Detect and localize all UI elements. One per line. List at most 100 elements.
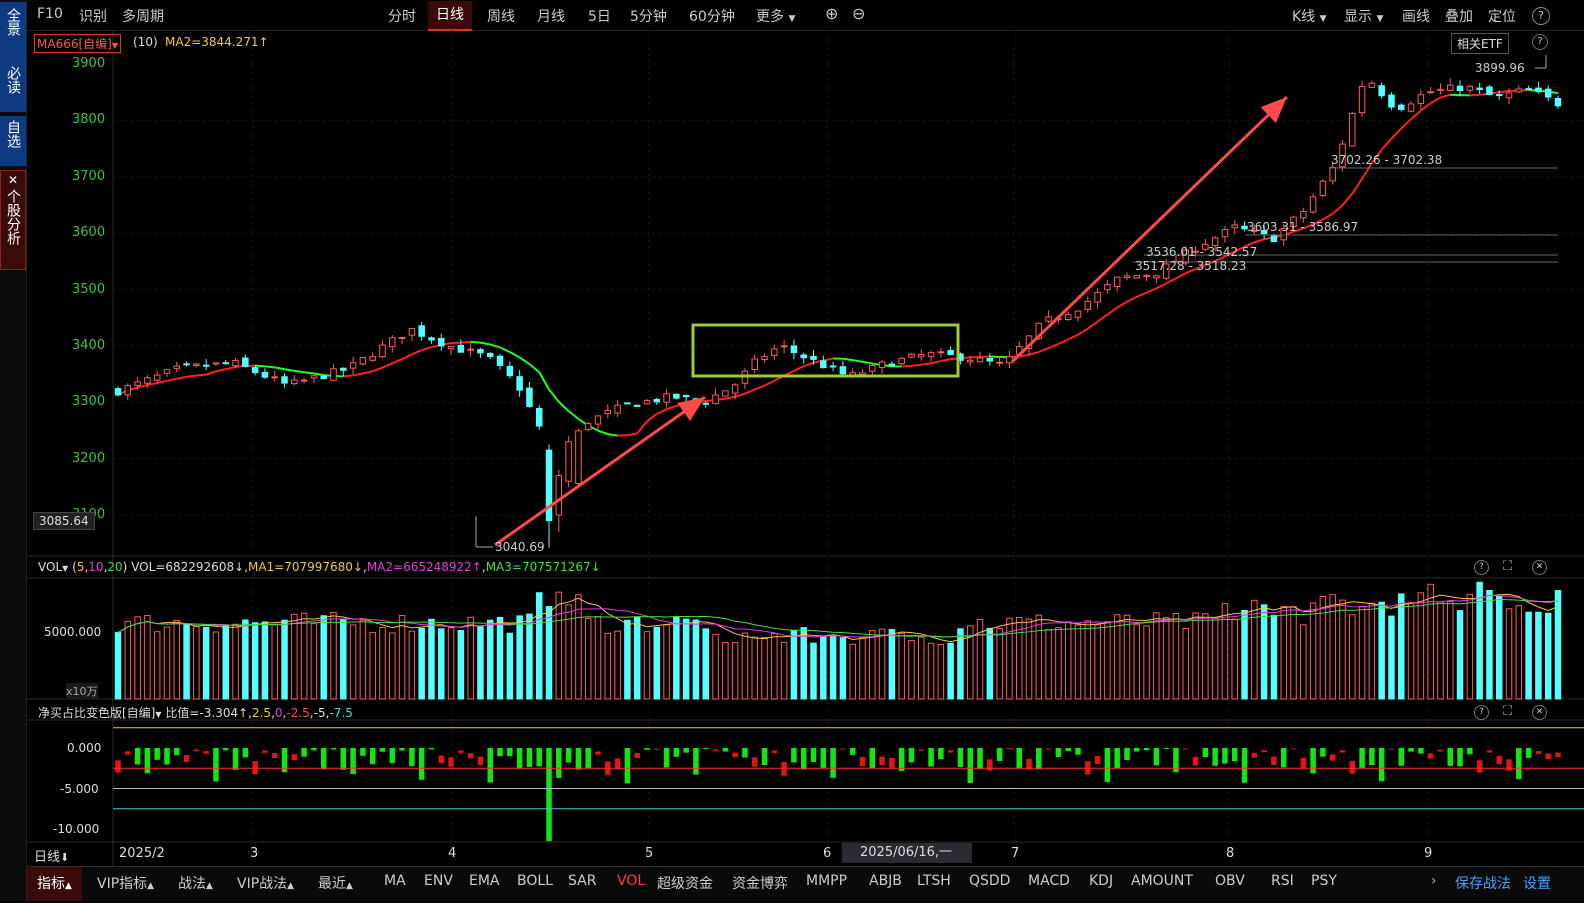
volume-bar xyxy=(429,619,435,699)
sidebar-must-read[interactable]: 必读 xyxy=(0,62,26,112)
volume-bar xyxy=(536,593,542,699)
indicator-tab-macd[interactable]: MACD xyxy=(1028,873,1070,889)
vol-help-icon[interactable]: ? xyxy=(1474,560,1489,575)
indicator-tab-obv[interactable]: OBV xyxy=(1215,873,1245,889)
net-buy-bar xyxy=(1506,759,1512,770)
net-buy-bar xyxy=(213,748,219,781)
sidebar-overview[interactable]: 全景 xyxy=(0,2,26,62)
indicator-tab-boll[interactable]: BOLL xyxy=(517,873,553,889)
net-indicator-selector[interactable]: 净买占比变色版[自编]▼ xyxy=(38,706,162,720)
save-strategy-button[interactable]: 保存战法 xyxy=(1455,873,1511,893)
kline-chart[interactable]: 3040.693899.963702.26 - 3702.383603.31 -… xyxy=(27,30,1584,866)
scroll-right-icon[interactable]: › xyxy=(1431,873,1437,889)
indicator-tab-qsdd[interactable]: QSDD xyxy=(969,873,1010,889)
volume-bar xyxy=(223,626,229,699)
indicator-menu[interactable]: 指标▲ xyxy=(27,867,82,901)
volume-bar xyxy=(664,625,670,699)
zoom-in-icon[interactable]: ⊕ xyxy=(825,4,838,23)
indicator-tab-ltsh[interactable]: LTSH xyxy=(917,873,951,889)
zoom-out-icon[interactable]: ⊖ xyxy=(852,4,865,23)
indicator-selector[interactable]: MA666[自编]▼ xyxy=(34,34,121,53)
sidebar-stock-analysis[interactable]: ✕ 个股分析 xyxy=(0,170,26,270)
volume-bar xyxy=(439,629,445,699)
net-buy-bar xyxy=(164,748,170,764)
candlestick xyxy=(919,349,925,361)
volume-bar xyxy=(497,617,503,699)
related-etf-button[interactable]: 相关ETF xyxy=(1451,33,1509,54)
tab-weekly[interactable]: 周线 xyxy=(487,6,515,26)
tab-5day[interactable]: 5日 xyxy=(588,6,611,26)
vip-indicator-menu[interactable]: VIP指标▲ xyxy=(97,873,154,893)
indicator-tab-sar[interactable]: SAR xyxy=(568,873,596,889)
volume-bar xyxy=(390,633,396,699)
strategy-menu[interactable]: 战法▲ xyxy=(178,873,213,893)
kline-menu[interactable]: K线 ▼ xyxy=(1292,6,1327,26)
indicator-tab-资金博弈[interactable]: 资金博弈 xyxy=(732,873,788,893)
vol-close-icon[interactable]: ✕ xyxy=(1532,560,1547,575)
volume-bar xyxy=(772,634,778,699)
tab-intraday[interactable]: 分时 xyxy=(388,6,416,26)
net-buy-bar xyxy=(1320,748,1326,757)
net-maximize-icon[interactable]: ⛶ xyxy=(1503,704,1512,719)
display-menu-label: 显示 xyxy=(1344,9,1372,25)
identify-button[interactable]: 识别 xyxy=(79,6,107,26)
f10-button[interactable]: F10 xyxy=(37,6,63,22)
sidebar-watchlist[interactable]: 自选 xyxy=(0,116,26,166)
indicator-tab-psy[interactable]: PSY xyxy=(1311,873,1337,889)
tab-60min[interactable]: 60分钟 xyxy=(689,6,735,26)
tab-daily[interactable]: 日线 xyxy=(428,1,472,31)
net-help-icon[interactable]: ? xyxy=(1474,705,1489,720)
ma-line-segment xyxy=(1431,98,1441,103)
vol-indicator-name: VOL xyxy=(38,560,62,574)
ma-line-segment xyxy=(1401,119,1411,128)
more-menu[interactable]: 更多 ▼ xyxy=(756,6,795,26)
net-buy-bar xyxy=(791,748,797,762)
indicator-tab-mmpp[interactable]: MMPP xyxy=(806,873,847,889)
vol-maximize-icon[interactable]: ⛶ xyxy=(1503,559,1512,574)
net-buy-bar xyxy=(527,748,533,767)
candlestick xyxy=(1545,85,1551,101)
indicator-tab-env[interactable]: ENV xyxy=(424,873,453,889)
display-menu[interactable]: 显示 ▼ xyxy=(1344,6,1383,26)
candlestick xyxy=(1389,92,1395,110)
indicator-tab-vol[interactable]: VOL xyxy=(617,873,645,889)
volume-bar xyxy=(478,627,484,699)
net-buy-bar xyxy=(732,753,738,758)
close-icon[interactable]: ✕ xyxy=(1,171,25,189)
tab-5min[interactable]: 5分钟 xyxy=(630,6,667,26)
help-icon[interactable]: ? xyxy=(1532,34,1548,50)
candlestick xyxy=(576,429,582,487)
indicator-tab-abjb[interactable]: ABJB xyxy=(869,873,902,889)
vip-strategy-menu[interactable]: VIP战法▲ xyxy=(237,873,294,893)
indicator-tab-amount[interactable]: AMOUNT xyxy=(1131,873,1193,889)
volume-bar xyxy=(987,628,993,699)
multi-period-button[interactable]: 多周期 xyxy=(122,6,164,26)
more-menu-label: 更多 xyxy=(756,9,784,25)
candlestick xyxy=(390,335,396,352)
candlestick xyxy=(625,403,631,404)
locate-button[interactable]: 定位 xyxy=(1488,6,1516,26)
help-icon[interactable]: ? xyxy=(1532,7,1550,25)
overlay-button[interactable]: 叠加 xyxy=(1445,6,1473,26)
ma-line-segment xyxy=(373,368,383,372)
net-buy-bar xyxy=(625,748,631,783)
settings-button[interactable]: 设置 xyxy=(1523,873,1551,893)
tab-monthly[interactable]: 月线 xyxy=(537,6,565,26)
volume-bar xyxy=(468,617,474,699)
vol-indicator-selector[interactable]: VOL▼ xyxy=(38,560,68,574)
indicator-tab-kdj[interactable]: KDJ xyxy=(1089,873,1113,889)
volume-bar xyxy=(1340,600,1346,699)
indicator-tab-ema[interactable]: EMA xyxy=(469,873,500,889)
net-close-icon[interactable]: ✕ xyxy=(1532,705,1547,720)
volume-bar xyxy=(644,632,650,699)
volume-bar xyxy=(154,632,160,699)
indicator-tab-rsi[interactable]: RSI xyxy=(1271,873,1294,889)
indicator-tab-ma[interactable]: MA xyxy=(384,873,406,889)
net-buy-bar xyxy=(1369,748,1375,765)
net-indicator-name: 净买占比变色版[自编] xyxy=(38,706,155,720)
draw-button[interactable]: 画线 xyxy=(1402,6,1430,26)
period-selector[interactable]: 日线⬇ xyxy=(34,846,69,865)
indicator-tab-超级资金[interactable]: 超级资金 xyxy=(657,873,713,893)
volume-bar xyxy=(948,643,954,699)
recent-menu[interactable]: 最近▲ xyxy=(318,873,353,893)
